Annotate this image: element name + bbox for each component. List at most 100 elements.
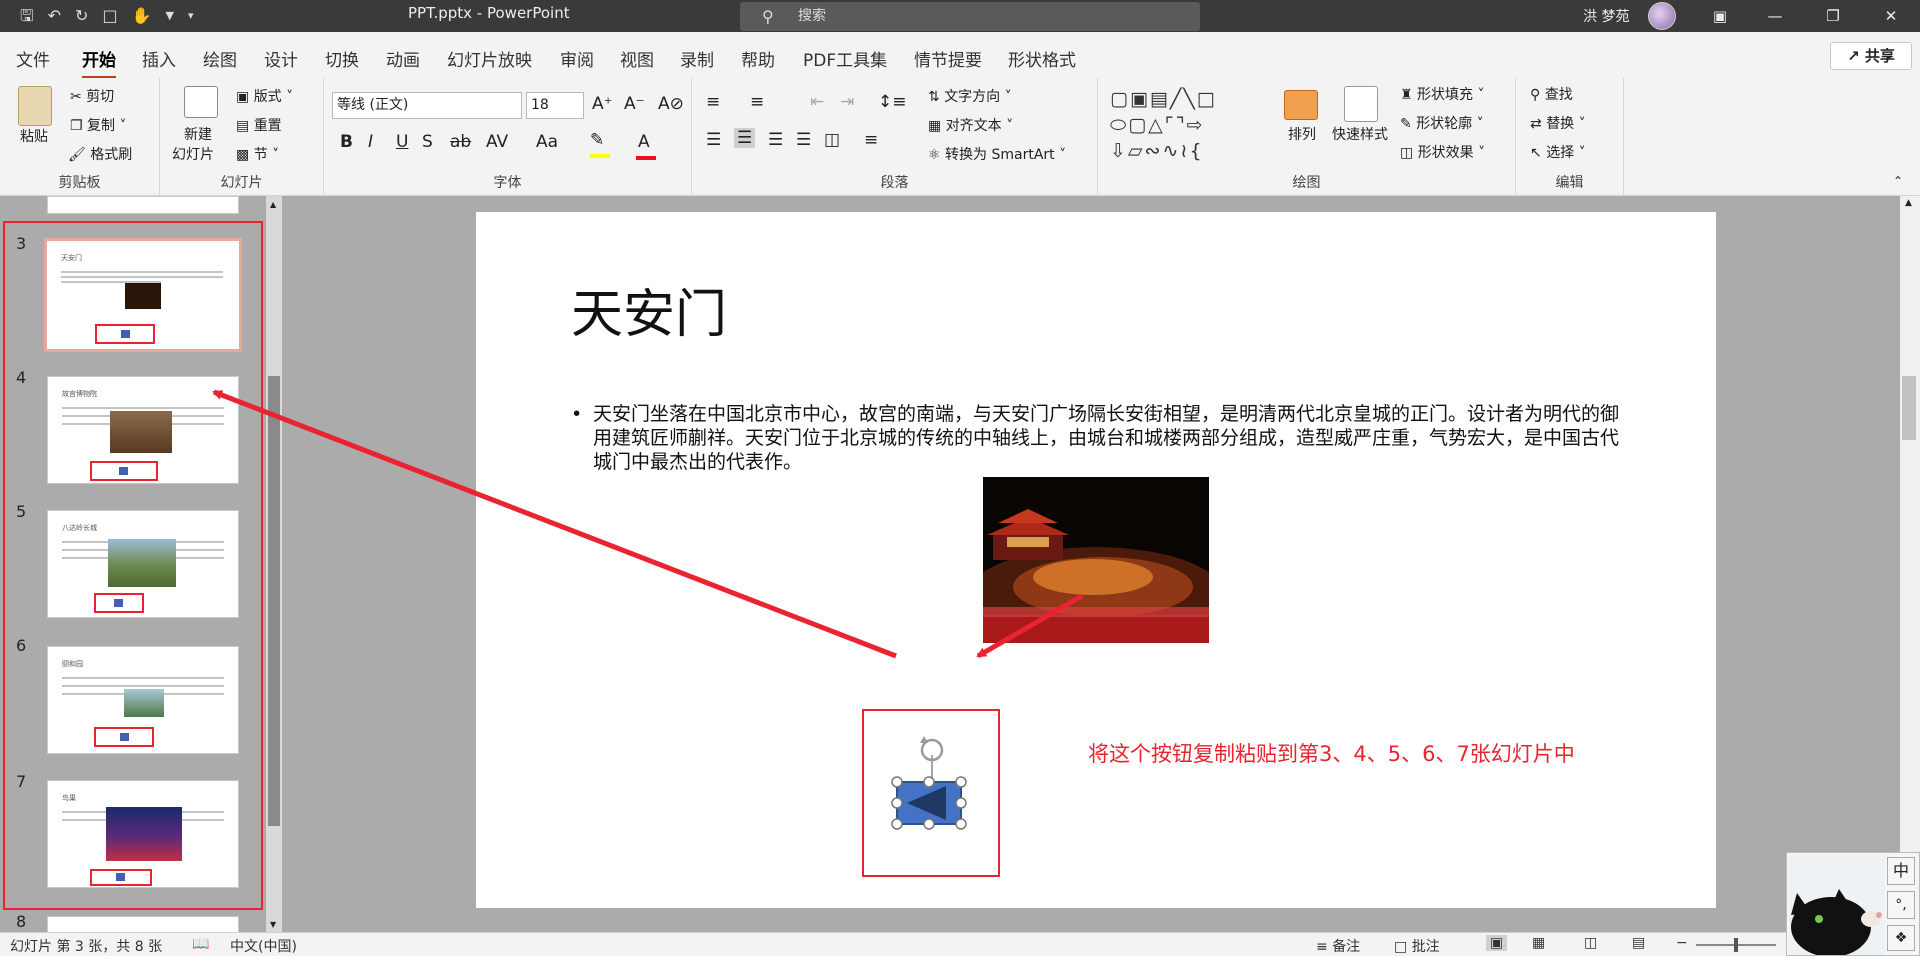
slide-sorter-icon[interactable]: ▦ — [1532, 935, 1545, 951]
customize-qat-icon[interactable]: ▾ — [188, 4, 194, 28]
bold-button[interactable]: B — [340, 132, 353, 152]
tab-pdf-tools[interactable]: PDF工具集 — [803, 46, 887, 71]
arrange-icon[interactable] — [1284, 90, 1318, 120]
columns-icon[interactable]: ◫ — [824, 130, 840, 150]
quick-styles-button[interactable]: 快速样式 — [1332, 124, 1388, 144]
format-painter-button[interactable]: 🖌 格式刷 — [68, 144, 132, 164]
italic-button[interactable]: I — [368, 132, 373, 152]
align-left-icon[interactable]: ☰ — [706, 130, 721, 150]
shape-fill-button[interactable]: ♜ 形状填充 ˅ — [1400, 84, 1484, 104]
normal-view-icon[interactable]: ▣ — [1486, 935, 1508, 951]
zoom-out-icon[interactable]: − — [1676, 935, 1688, 951]
tab-transitions[interactable]: 切换 — [325, 46, 359, 71]
distributed-icon[interactable]: ≡ — [864, 130, 878, 150]
tab-draw[interactable]: 绘图 — [203, 46, 237, 71]
ime-mode-button[interactable]: 中 — [1887, 857, 1915, 885]
char-spacing-button[interactable]: AV — [486, 132, 508, 152]
share-button[interactable]: ↗ 共享 — [1830, 42, 1912, 70]
font-name-combo[interactable]: 等线 (正文) — [332, 92, 522, 119]
ime-punct-button[interactable]: °, — [1887, 891, 1915, 919]
touch-icon[interactable]: ✋ — [132, 4, 152, 28]
tab-slideshow[interactable]: 幻灯片放映 — [447, 46, 532, 71]
paste-icon[interactable] — [18, 86, 52, 126]
reset-button[interactable]: ▤ 重置 — [236, 115, 282, 135]
close-icon[interactable]: ✕ — [1868, 0, 1914, 32]
ribbon-tabs: 文件 开始 插入 绘图 设计 切换 动画 幻灯片放映 审阅 视图 录制 帮助 P… — [0, 32, 1920, 79]
scroll-up-icon[interactable]: ▲ — [1905, 198, 1912, 208]
tab-design[interactable]: 设计 — [264, 46, 298, 71]
paste-button[interactable]: 粘贴 — [20, 126, 48, 146]
find-button[interactable]: ⚲ 查找 — [1530, 84, 1573, 104]
shape-outline-button[interactable]: ✎ 形状轮廓 ˅ — [1400, 113, 1484, 133]
replace-label: 替换 — [1546, 116, 1575, 132]
numbering-icon[interactable]: ≡ — [750, 92, 764, 112]
slide-scroll-thumb[interactable] — [1902, 376, 1916, 440]
tab-animations[interactable]: 动画 — [386, 46, 420, 71]
increase-font-icon[interactable]: A⁺ — [592, 94, 613, 114]
layout-button[interactable]: ▣ 版式 ˅ — [236, 86, 293, 106]
new-slide-icon[interactable] — [184, 86, 218, 118]
undo-icon[interactable]: ↶ — [48, 4, 61, 28]
replace-button[interactable]: ⇄ 替换 ˅ — [1530, 113, 1586, 133]
font-size-combo[interactable]: 18 — [526, 92, 584, 119]
format-painter-label: 格式刷 — [90, 147, 133, 163]
shapes-gallery[interactable]: ▢▣▤╱╲□ ⬭▢△⌜⌝⇨ ⇩▱∾∿≀{ — [1110, 86, 1270, 166]
justify-icon[interactable]: ☰ — [796, 130, 811, 150]
tab-file[interactable]: 文件 — [16, 46, 50, 71]
tab-shape-format[interactable]: 形状格式 — [1008, 46, 1076, 71]
cut-button[interactable]: ✂ 剪切 — [70, 86, 114, 106]
arrange-button[interactable]: 排列 — [1288, 124, 1316, 144]
font-color-icon[interactable]: A — [636, 132, 656, 160]
shape-effects-button[interactable]: ◫ 形状效果 ˅ — [1400, 142, 1485, 162]
ime-skin-icon[interactable]: ❖ — [1887, 925, 1915, 951]
language-status[interactable]: 中文(中国) — [230, 936, 297, 956]
highlight-icon[interactable]: ✎ — [590, 130, 610, 158]
quick-styles-icon[interactable] — [1344, 86, 1378, 122]
minimize-icon[interactable]: — — [1752, 0, 1798, 32]
tab-view[interactable]: 视图 — [620, 46, 654, 71]
copy-button[interactable]: ❐ 复制 ˅ — [70, 115, 126, 135]
change-case-button[interactable]: Aa — [536, 132, 558, 152]
avatar[interactable] — [1648, 2, 1676, 30]
spelling-icon[interactable]: 📖 — [192, 936, 209, 952]
increase-indent-icon[interactable]: ⇥ — [840, 92, 854, 112]
strikethrough-button[interactable]: ab — [450, 132, 471, 152]
underline-button[interactable]: U — [396, 132, 408, 152]
new-slide-button[interactable]: 新建 — [184, 124, 212, 144]
present-icon[interactable]: □ — [102, 4, 117, 28]
tab-help[interactable]: 帮助 — [741, 46, 775, 71]
redo-icon[interactable]: ↻ — [75, 4, 88, 28]
decrease-indent-icon[interactable]: ⇤ — [810, 92, 824, 112]
align-text-button[interactable]: ▦ 对齐文本 ˅ — [928, 115, 1013, 135]
tab-review[interactable]: 审阅 — [560, 46, 594, 71]
reading-view-icon[interactable]: ◫ — [1584, 935, 1597, 951]
smartart-button[interactable]: ⚛ 转换为 SmartArt ˅ — [928, 144, 1066, 164]
bullets-icon[interactable]: ≡ — [706, 92, 720, 112]
tab-storyboard[interactable]: 情节提要 — [914, 46, 982, 71]
search-input[interactable]: ⚲ 搜索 — [740, 2, 1200, 31]
select-button[interactable]: ↖ 选择 ˅ — [1530, 142, 1586, 162]
slide-scrollbar[interactable]: ▲ ▼ — [1900, 196, 1920, 936]
collapse-ribbon-icon[interactable]: ⌃ — [1893, 174, 1903, 188]
save-icon[interactable]: 🖫 — [20, 4, 34, 28]
tab-home[interactable]: 开始 — [82, 46, 116, 79]
slideshow-view-icon[interactable]: ▤ — [1632, 935, 1645, 951]
tab-insert[interactable]: 插入 — [142, 46, 176, 71]
align-right-icon[interactable]: ☰ — [768, 130, 783, 150]
section-button[interactable]: ▩ 节 ˅ — [236, 144, 279, 164]
comments-button[interactable]: □ 批注 — [1394, 936, 1440, 956]
clear-format-icon[interactable]: A⊘ — [658, 94, 684, 114]
shadow-button[interactable]: S — [422, 132, 433, 152]
chevron-down-icon[interactable]: ▼ — [166, 4, 174, 28]
line-spacing-icon[interactable]: ↕≡ — [878, 92, 907, 112]
notes-button[interactable]: ≡ 备注 — [1316, 936, 1360, 956]
tab-record[interactable]: 录制 — [680, 46, 714, 71]
ribbon-display-icon[interactable]: ▣ — [1697, 0, 1743, 32]
zoom-slider-thumb[interactable] — [1734, 938, 1738, 952]
restore-icon[interactable]: ❐ — [1810, 0, 1856, 32]
ime-toolbar[interactable]: 中 °, ❖ — [1786, 852, 1920, 956]
user-name[interactable]: 洪 梦苑 — [1583, 6, 1629, 26]
text-direction-button[interactable]: ⇅ 文字方向 ˅ — [928, 86, 1012, 106]
align-center-icon[interactable]: ☰ — [734, 128, 756, 148]
decrease-font-icon[interactable]: A⁻ — [624, 94, 645, 114]
